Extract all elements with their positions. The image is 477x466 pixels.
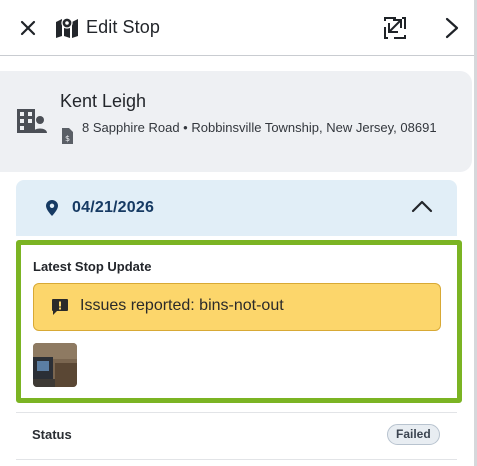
chevron-right-icon[interactable] [442,16,462,40]
visit-panel: 04/21/2026 Latest Stop Update Issues rep… [16,180,462,466]
svg-text:$: $ [65,134,70,143]
page-title: Edit Stop [86,17,160,37]
visit-date: 04/21/2026 [72,199,155,216]
status-badge: Failed [387,424,440,445]
building-icon [17,109,47,133]
issue-banner: Issues reported: bins-not-out [33,283,441,331]
status-label: Status [32,427,72,442]
close-icon[interactable] [17,17,39,39]
app-header: Edit Stop [0,0,477,56]
customer-name: Kent Leigh [60,91,147,111]
latest-update-title: Latest Stop Update [33,259,152,274]
issue-text: Issues reported: bins-not-out [80,297,284,314]
photo-thumbnail[interactable] [33,343,77,387]
customer-address: 8 Sapphire Road • Robbinsville Township,… [82,120,437,135]
expand-icon[interactable] [383,16,407,40]
visit-header[interactable]: 04/21/2026 [16,180,457,236]
location-pin-icon [46,200,58,216]
alert-message-icon [52,299,68,315]
map-icon [56,17,78,38]
customer-card: Kent Leigh $ 8 Sapphire Road • Robbinsvi… [0,71,472,172]
chevron-up-icon[interactable] [411,198,433,214]
document-icon: $ [62,128,73,144]
latest-stop-update: Latest Stop Update Issues reported: bins… [16,240,462,403]
status-row: Status Failed [16,412,457,460]
